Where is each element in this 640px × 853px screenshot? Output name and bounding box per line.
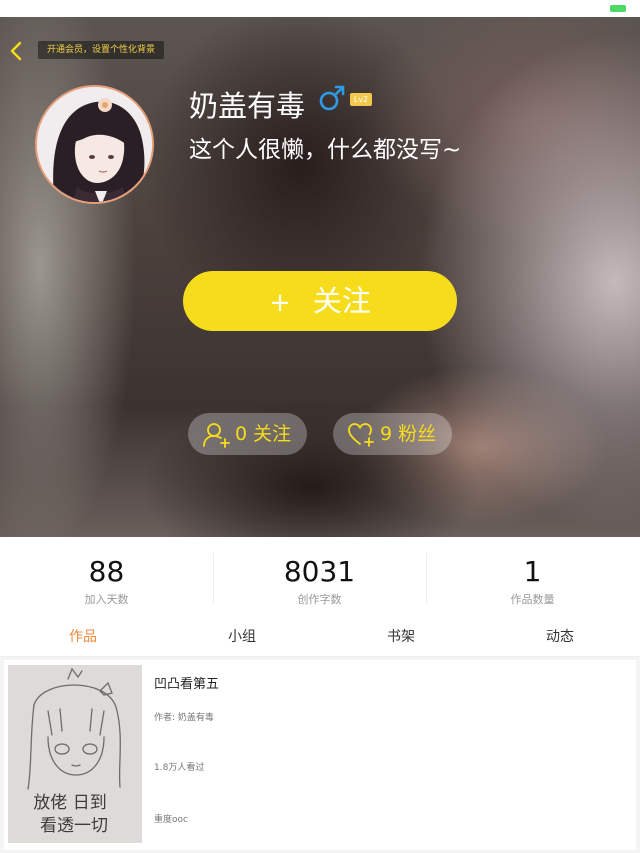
- avatar[interactable]: [35, 85, 154, 204]
- cover-text-line-1: 放佬 日到: [33, 793, 106, 813]
- follow-button[interactable]: + 关注: [183, 271, 457, 331]
- username: 奶盖有毒: [189, 89, 306, 123]
- following-count-button[interactable]: 0 关注: [188, 413, 307, 455]
- back-arrow-icon[interactable]: [8, 41, 26, 61]
- vip-background-hint[interactable]: 开通会员，设置个性化背景: [38, 41, 165, 59]
- work-title[interactable]: 凹凸看第五: [154, 673, 219, 692]
- work-tag: 重度ooc: [154, 815, 188, 825]
- tab-groups[interactable]: 小组: [162, 617, 322, 657]
- cover-sketch-image: 放佬 日到 看透一切: [8, 665, 142, 843]
- battery-icon: [610, 5, 626, 12]
- status-bar: [0, 0, 640, 17]
- stat-label: 加入天数: [84, 593, 129, 606]
- stat-value: 1: [523, 555, 542, 588]
- stat-label: 创作字数: [297, 593, 342, 606]
- stat-works-count: 1 作品数量: [426, 537, 639, 617]
- heart-plus-icon: [348, 423, 374, 447]
- fans-count-button[interactable]: 9 粉丝: [333, 413, 452, 455]
- level-badge: Lv2: [350, 93, 372, 106]
- work-author: 作者: 奶盖有毒: [154, 713, 214, 723]
- work-card[interactable]: 放佬 日到 看透一切 凹凸看第五 作者: 奶盖有毒 1.8万人看过 重度ooc: [4, 660, 636, 850]
- stats-row: 88 加入天数 8031 创作字数 1 作品数量: [0, 537, 640, 617]
- male-gender-icon: [319, 85, 345, 111]
- following-count: 0 关注: [235, 423, 292, 445]
- tab-works[interactable]: 作品: [3, 617, 163, 657]
- signature: 这个人很懒，什么都没写~: [189, 137, 462, 163]
- stat-join-days: 88 加入天数: [0, 537, 213, 617]
- fans-count: 9 粉丝: [380, 423, 437, 445]
- tab-activity[interactable]: 动态: [480, 617, 640, 657]
- profile-header: 开通会员，设置个性化背景 奶盖有毒 Lv2 这个人很懒，什么都没写~ + 关注: [0, 17, 640, 537]
- plus-icon: +: [269, 288, 291, 318]
- stat-word-count: 8031 创作字数: [213, 537, 426, 617]
- follow-label: 关注: [312, 284, 371, 318]
- stat-label: 作品数量: [510, 593, 555, 606]
- work-cover[interactable]: 放佬 日到 看透一切: [8, 665, 142, 843]
- stat-value: 8031: [283, 555, 356, 588]
- tab-bookshelf[interactable]: 书架: [321, 617, 481, 657]
- avatar-image: [37, 87, 152, 202]
- stat-value: 88: [88, 555, 125, 588]
- cover-text-line-2: 看透一切: [40, 816, 108, 836]
- user-add-icon: [203, 423, 230, 448]
- work-views: 1.8万人看过: [154, 763, 205, 773]
- works-list: 放佬 日到 看透一切 凹凸看第五 作者: 奶盖有毒 1.8万人看过 重度ooc: [0, 657, 640, 853]
- profile-tabs: 作品 小组 书架 动态: [0, 617, 640, 657]
